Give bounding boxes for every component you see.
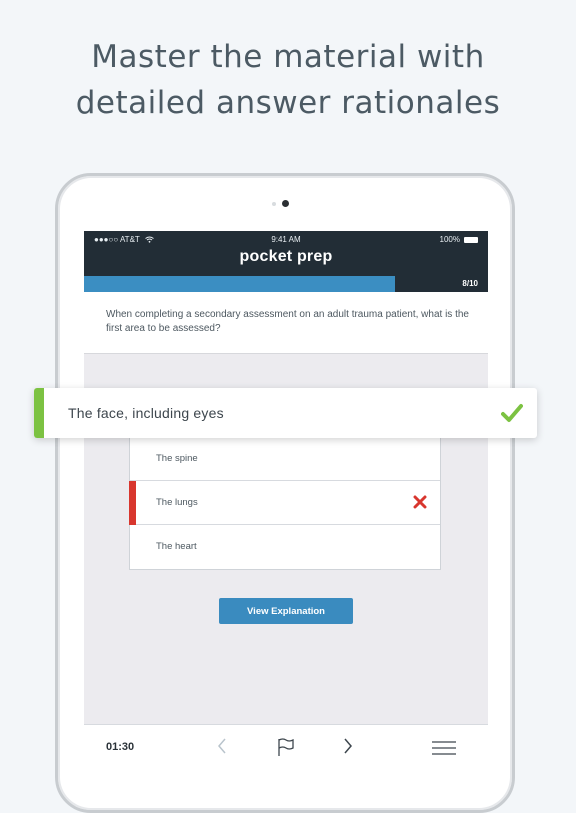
app-logo: pocket prep — [239, 248, 333, 265]
progress-bar: 8/10 — [84, 276, 488, 292]
timer: 01:30 — [106, 741, 135, 753]
question-card: When completing a secondary assessment o… — [84, 292, 488, 354]
chevron-right-icon[interactable] — [342, 737, 354, 755]
headline-line-1: Master the material with — [91, 39, 485, 75]
status-time: 9:41 AM — [271, 235, 301, 244]
app-header: ●●●○○ AT&T 9:41 AM 100% pocket prep — [84, 231, 488, 276]
headline-line-2: detailed answer rationales — [75, 85, 501, 121]
sensor-dot — [272, 202, 276, 206]
camera-icon — [282, 200, 289, 207]
correct-answer-card[interactable]: The face, including eyes — [34, 388, 537, 438]
answer-text: The lungs — [156, 497, 198, 508]
answer-option-incorrect[interactable]: The lungs — [129, 481, 440, 525]
headline: Master the material with detailed answer… — [0, 34, 576, 126]
answer-list: The spine The lungs The heart — [129, 436, 441, 570]
question-text: When completing a secondary assessment o… — [106, 309, 469, 334]
battery-icon — [464, 236, 478, 243]
x-icon — [413, 495, 427, 509]
check-icon — [501, 404, 523, 422]
correct-indicator — [34, 388, 44, 438]
status-battery: 100% — [440, 235, 478, 244]
menu-icon[interactable] — [432, 741, 456, 755]
correct-answer-text: The face, including eyes — [68, 405, 224, 421]
view-explanation-button[interactable]: View Explanation — [219, 598, 353, 624]
bottom-toolbar: 01:30 — [84, 724, 488, 768]
answer-text: The spine — [156, 453, 198, 464]
progress-fill — [84, 276, 396, 292]
chevron-left-icon[interactable] — [216, 737, 228, 755]
answer-text: The heart — [156, 541, 197, 552]
incorrect-indicator — [129, 481, 136, 525]
app-screen: ●●●○○ AT&T 9:41 AM 100% pocket prep 8/10… — [84, 231, 488, 768]
flag-icon[interactable] — [276, 737, 296, 757]
answer-option[interactable]: The heart — [130, 525, 440, 569]
answer-option[interactable]: The spine — [130, 437, 440, 481]
battery-percent: 100% — [439, 235, 460, 244]
progress-label: 8/10 — [462, 279, 478, 288]
